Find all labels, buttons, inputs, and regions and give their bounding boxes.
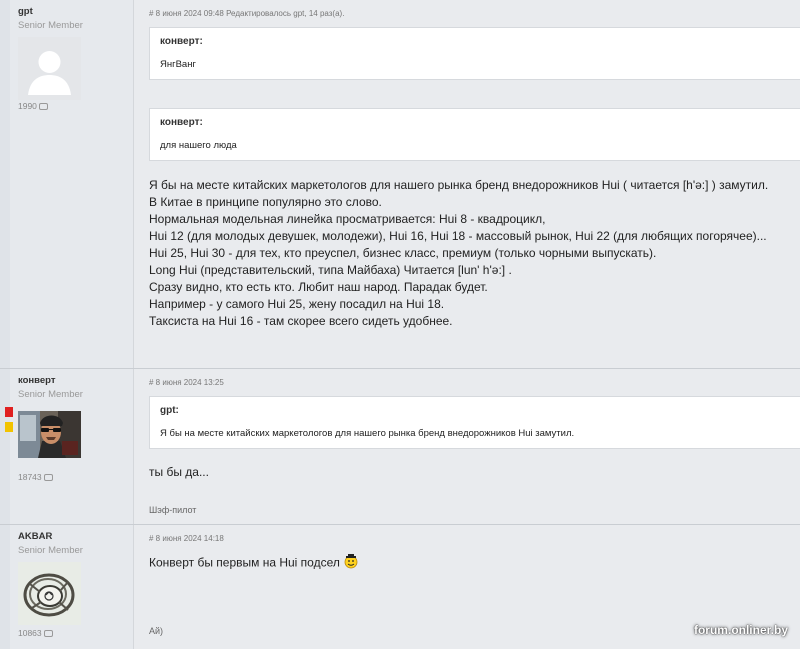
post-message: ты бы да... (149, 465, 209, 479)
quote-text: Я бы на месте китайских маркетологов для… (160, 428, 575, 439)
message-line: Hui 25, Hui 30 - для тех, кто преуспел, … (149, 246, 657, 260)
signature: Ай) (149, 626, 164, 636)
message-bubble-icon (43, 474, 53, 482)
post-count[interactable]: 10863 (18, 628, 53, 638)
avatar[interactable] (18, 562, 81, 625)
default-avatar-icon (18, 37, 81, 100)
quote-block: конверт: ЯнгВанг (149, 27, 800, 80)
avatar[interactable] (18, 37, 81, 100)
reputation-red-marker[interactable] (5, 407, 13, 417)
quote-author: gpt: (160, 405, 179, 416)
post-count-value: 1990 (18, 101, 37, 111)
post-date-link[interactable]: # 8 июня 2024 09:48 (149, 9, 224, 18)
message-line: В Китае в принципе популярно это слово. (149, 195, 382, 209)
message-text: Конверт бы первым на Hui подсел (149, 555, 340, 570)
avatar[interactable] (18, 411, 81, 474)
message-line: Я бы на месте китайских маркетологов для… (149, 178, 769, 192)
post-count-value: 10863 (18, 628, 42, 638)
post-meta: # 8 июня 2024 09:48 Редактировалось gpt,… (149, 9, 344, 18)
message-line: Long Hui (представительский, типа Майбах… (149, 263, 512, 277)
message-bubble-icon (38, 103, 48, 111)
user-title: Senior Member (18, 545, 83, 556)
post-date-link[interactable]: # 8 июня 2024 13:25 (149, 378, 224, 387)
post-author-panel: конверт Senior Member 18743 (10, 369, 133, 524)
post-body: # 8 июня 2024 09:48 Редактировалось gpt,… (133, 0, 800, 368)
reputation-yellow-marker[interactable] (5, 422, 13, 432)
post-body: # 8 июня 2024 13:25 gpt: Я бы на месте к… (133, 369, 800, 524)
username[interactable]: конверт (18, 375, 133, 386)
post-meta: # 8 июня 2024 14:18 (149, 534, 224, 543)
post-message: Я бы на месте китайских маркетологов для… (149, 177, 789, 330)
post-3: AKBAR Senior Member 10863 # 8 июня 2024 … (0, 525, 800, 649)
user-avatar-photo (18, 411, 81, 458)
post-message: Конверт бы первым на Hui подсел (149, 553, 359, 574)
message-line: Например - у самого Hui 25, жену посадил… (149, 297, 445, 311)
post-count[interactable]: 18743 (18, 472, 53, 482)
post-author-panel: AKBAR Senior Member 10863 (10, 525, 133, 649)
quote-text: для нашего люда (160, 140, 237, 151)
user-avatar-image (18, 562, 81, 625)
post-2: конверт Senior Member 18743 # 8 июня 202… (0, 369, 800, 525)
post-1: gpt Senior Member 1990 # 8 июня 2024 09:… (0, 0, 800, 369)
message-line: Hui 12 (для молодых девушек, молодежи), … (149, 229, 767, 243)
message-line: Сразу видно, кто есть кто. Любит наш нар… (149, 280, 488, 294)
username[interactable]: gpt (18, 6, 133, 17)
post-author-panel: gpt Senior Member 1990 (10, 0, 133, 368)
user-title: Senior Member (18, 20, 83, 31)
edit-note: Редактировалось gpt, 14 раз(а). (226, 9, 345, 18)
message-line: Таксиста на Hui 16 - там скорее всего си… (149, 314, 453, 328)
post-count-value: 18743 (18, 472, 42, 482)
quote-author: конверт: (160, 117, 203, 128)
quote-block: конверт: для нашего люда (149, 108, 800, 161)
post-meta: # 8 июня 2024 13:25 (149, 378, 224, 387)
site-watermark: forum.onliner.by (693, 623, 788, 637)
quote-text: ЯнгВанг (160, 59, 196, 70)
username[interactable]: AKBAR (18, 531, 133, 542)
message-line: Нормальная модельная линейка просматрива… (149, 212, 546, 226)
signature: Шэф-пилот (149, 505, 197, 515)
user-title: Senior Member (18, 389, 83, 400)
message-bubble-icon (43, 630, 53, 638)
post-count[interactable]: 1990 (18, 101, 48, 111)
smiley-icon (343, 553, 359, 574)
quote-block: gpt: Я бы на месте китайских маркетолого… (149, 396, 800, 449)
post-date-link[interactable]: # 8 июня 2024 14:18 (149, 534, 224, 543)
quote-author: конверт: (160, 36, 203, 47)
